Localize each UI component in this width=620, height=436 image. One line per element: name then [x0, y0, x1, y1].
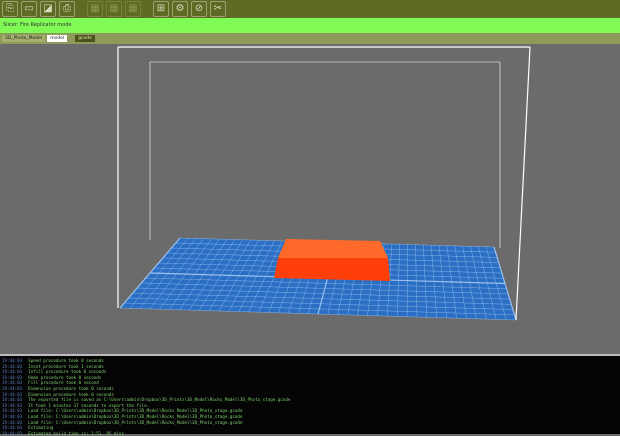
log-message: Dimension procedure took 0 seconds	[28, 385, 114, 391]
log-time: 19:44:03	[2, 430, 23, 436]
log-line: 19:44:03 Estimated build time is: 1:51, 9…	[2, 431, 618, 436]
layout-icon[interactable]: ⊞	[153, 1, 169, 17]
log-message: Infill procedure took 0 seconds	[28, 369, 107, 375]
tab-project[interactable]: 3D_Photo_Model	[2, 35, 46, 42]
open-icon[interactable]: ⎘	[2, 1, 18, 17]
console-log: 19:44:03 Speed procedure took 0 seconds 19…	[0, 354, 620, 436]
log-message: Dimension procedure took 0 seconds	[28, 391, 114, 397]
disabled-3-icon[interactable]: ▦	[125, 1, 141, 17]
log-message: Estimating	[28, 425, 54, 431]
log-time: 19:44:03	[2, 419, 23, 425]
tab-model[interactable]: model	[47, 35, 68, 42]
log-time: 19:44:03	[2, 397, 23, 403]
toolbar: ⎘ ▭ ◪ ⎙ ▦ ▦ ▦ ⊞ ⚙ ⊘ ✂	[0, 0, 620, 18]
log-time: 19:44:03	[2, 425, 23, 431]
log-message: Speed procedure took 0 seconds	[28, 358, 104, 363]
log-message: It took 1 minutes 37 seconds to export t…	[28, 402, 150, 408]
log-time: 19:44:03	[2, 374, 23, 380]
disabled-1-icon[interactable]: ▦	[87, 1, 103, 17]
tab-bar: 3D_Photo_Model model gcode	[0, 33, 620, 44]
log-message: Load file: C:\Users\admin\Dropbox\3D_Pri…	[28, 413, 243, 419]
disabled-2-icon[interactable]: ▦	[106, 1, 122, 17]
log-message: Estimated build time is: 1:51, 95 mins	[28, 430, 124, 436]
print-object	[274, 239, 390, 281]
log-message: Home procedure took 0 seconds	[28, 374, 102, 380]
log-time: 19:44:03	[2, 391, 23, 397]
slice-icon[interactable]: ◪	[40, 1, 56, 17]
log-time: 19:44:03	[2, 413, 23, 419]
print-icon[interactable]: ⎙	[59, 1, 75, 17]
tools-icon[interactable]: ✂	[210, 1, 226, 17]
log-time: 19:44:03	[2, 380, 23, 386]
save-icon[interactable]: ▭	[21, 1, 37, 17]
settings-icon[interactable]: ⚙	[172, 1, 188, 17]
log-time: 19:44:03	[2, 369, 23, 375]
3d-viewport[interactable]	[0, 44, 620, 353]
log-time: 19:44:03	[2, 358, 23, 363]
log-message: The exported file is saved as C:\Users\a…	[28, 397, 291, 403]
log-message: Fill procedure took 0 second	[28, 380, 99, 386]
tab-gcode[interactable]: gcode	[75, 35, 95, 42]
log-message: Inset procedure took 1 seconds	[28, 363, 104, 369]
log-time: 19:44:03	[2, 385, 23, 391]
log-message: Load file: C:\Users\admin\Dropbox\3D_Pri…	[28, 419, 243, 425]
log-time: 19:44:03	[2, 402, 23, 408]
status-bar: Slicer: Fire Replicator mode	[0, 18, 620, 33]
log-message: Load file: C:\Users\admin\Dropbox\3D_Pri…	[28, 408, 243, 414]
log-time: 19:44:03	[2, 363, 23, 369]
view-icon[interactable]: ⊘	[191, 1, 207, 17]
log-time: 19:44:03	[2, 408, 23, 414]
